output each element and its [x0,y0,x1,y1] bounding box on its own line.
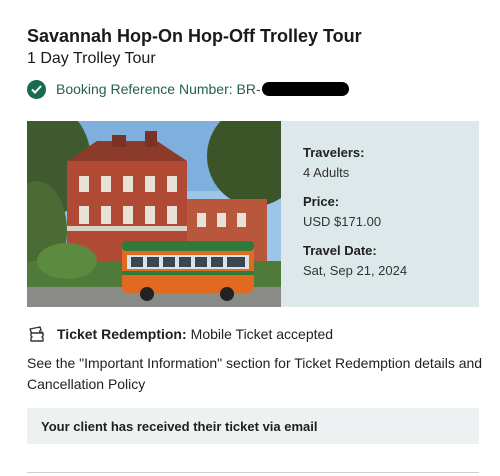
divider [27,472,479,473]
travel-date-value: Sat, Sep 21, 2024 [303,263,408,278]
tour-subtitle: 1 Day Trolley Tour [27,50,156,67]
booking-reference: Booking Reference Number: BR- [27,79,349,99]
important-information-text: See the "Important Information" section … [27,355,483,392]
travelers-value: 4 Adults [303,165,350,180]
travel-date-label: Travel Date: [303,243,377,258]
booking-reference-text: Booking Reference Number: BR- [56,81,349,97]
ticket-redemption-label: Ticket Redemption: [57,326,187,342]
check-circle-icon [27,79,46,99]
ticket-sent-notice: Your client has received their ticket vi… [27,408,479,444]
ticket-redemption-value: Mobile Ticket accepted [190,326,334,342]
tour-title: Savannah Hop-On Hop-Off Trolley Tour [27,26,362,46]
price-label: Price: [303,194,340,209]
price-value: USD $171.00 [303,214,382,229]
ticket-redemption: Ticket Redemption: Mobile Ticket accepte… [27,324,333,344]
booking-details: Travelers: 4 Adults Price: USD $171.00 T… [303,145,407,292]
tour-photo [27,121,281,307]
redacted-reference [261,82,349,96]
booking-card: Travelers: 4 Adults Price: USD $171.00 T… [27,121,479,307]
ticket-icon [27,325,47,343]
booking-reference-label: Booking Reference Number: BR- [56,81,261,97]
travelers-label: Travelers: [303,145,365,160]
